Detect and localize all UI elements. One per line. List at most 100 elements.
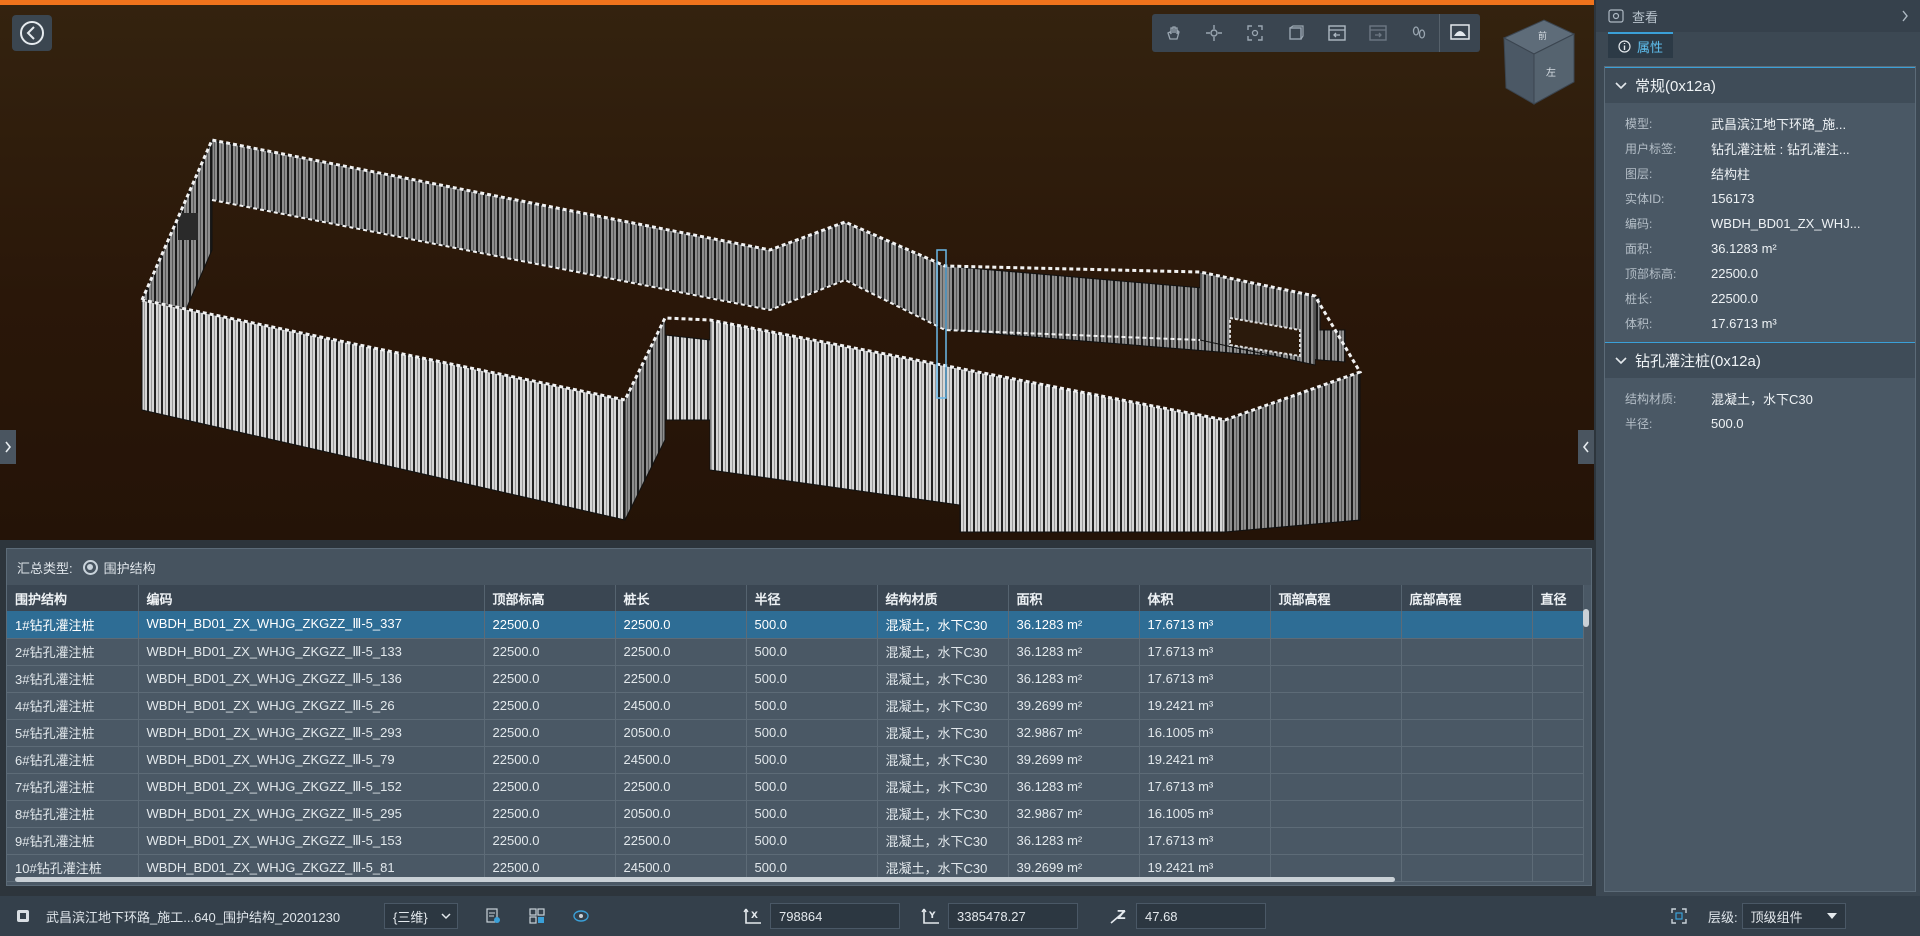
table-cell: 500.0: [746, 611, 878, 639]
z-coordinate-field[interactable]: 47.68: [1136, 903, 1266, 929]
column-header[interactable]: 围护结构: [7, 585, 139, 611]
column-header[interactable]: 面积: [1008, 585, 1140, 611]
table-cell: [1532, 827, 1584, 855]
property-row: 面积: 36.1283 m²: [1605, 236, 1915, 261]
pile-wall-model[interactable]: [0, 0, 1594, 540]
eye-icon: [1608, 9, 1624, 23]
group-pile-header[interactable]: 钻孔灌注桩(0x12a): [1605, 342, 1915, 378]
document-settings-icon[interactable]: [482, 908, 504, 924]
table-row[interactable]: 7#钻孔灌注桩 WBDH_BD01_ZX_WHJG_ZKGZZ_Ⅲ-5_152 22…: [7, 773, 1584, 801]
column-header[interactable]: 顶部高程: [1270, 585, 1402, 611]
property-value: 钻孔灌注桩 : 钻孔灌注...: [1711, 142, 1850, 157]
table-row[interactable]: 2#钻孔灌注桩 WBDH_BD01_ZX_WHJG_ZKGZZ_Ⅲ-5_133 22…: [7, 638, 1584, 666]
pan-icon[interactable]: [1152, 14, 1193, 52]
table-cell: 500.0: [746, 665, 878, 693]
column-header[interactable]: 半径: [746, 585, 878, 611]
table-row[interactable]: 1#钻孔灌注桩 WBDH_BD01_ZX_WHJG_ZKGZZ_Ⅲ-5_337 22…: [7, 611, 1584, 639]
back-button[interactable]: [12, 15, 52, 51]
property-value: 结构柱: [1711, 167, 1751, 182]
table-cell: 36.1283 m²: [1008, 665, 1140, 693]
tab-attributes[interactable]: 属性: [1608, 32, 1674, 58]
group-general-header[interactable]: 常规(0x12a): [1605, 67, 1915, 103]
panel-collapse-icon[interactable]: [1900, 9, 1910, 23]
table-cell: [1401, 746, 1533, 774]
section-box-icon[interactable]: [1275, 14, 1316, 52]
column-header[interactable]: 直径: [1532, 585, 1584, 611]
view-mode-select[interactable]: {三维}: [384, 903, 458, 929]
fullscreen-icon[interactable]: [1668, 908, 1690, 924]
model-file-icon: [17, 910, 29, 922]
x-coordinate-field[interactable]: 798864: [770, 903, 900, 929]
measure-icon[interactable]: [1357, 14, 1398, 52]
summary-type-radio[interactable]: [82, 559, 98, 575]
table-cell: 22500.0: [615, 611, 747, 639]
table-row[interactable]: 3#钻孔灌注桩 WBDH_BD01_ZX_WHJG_ZKGZZ_Ⅲ-5_136 22…: [7, 665, 1584, 693]
table-row[interactable]: 4#钻孔灌注桩 WBDH_BD01_ZX_WHJG_ZKGZZ_Ⅲ-5_26 225…: [7, 692, 1584, 720]
z-coordinate-icon: Z: [1108, 907, 1130, 925]
column-header[interactable]: 顶部标高: [484, 585, 616, 611]
table-cell: 22500.0: [615, 773, 747, 801]
table-cell: 17.6713 m³: [1139, 827, 1271, 855]
table-cell: [1270, 611, 1402, 639]
column-header[interactable]: 桩长: [615, 585, 747, 611]
column-header[interactable]: 结构材质: [877, 585, 1009, 611]
svg-text:Y: Y: [928, 911, 936, 921]
column-header[interactable]: 编码: [138, 585, 485, 611]
table-cell: [1401, 665, 1533, 693]
table-cell: 22500.0: [615, 827, 747, 855]
table-cell: 混凝土，水下C30: [877, 800, 1009, 828]
chevron-down-icon: [1615, 356, 1627, 364]
table-cell: [1270, 665, 1402, 693]
table-row[interactable]: 6#钻孔灌注桩 WBDH_BD01_ZX_WHJG_ZKGZZ_Ⅲ-5_79 225…: [7, 746, 1584, 774]
property-value: WBDH_BD01_ZX_WHJ...: [1711, 216, 1861, 231]
table-cell: [1532, 638, 1584, 666]
navigation-cube[interactable]: 前 左: [1494, 12, 1586, 108]
y-coordinate-field[interactable]: 3385478.27: [948, 903, 1078, 929]
table-cell: [1532, 665, 1584, 693]
footprint-icon[interactable]: [1398, 14, 1439, 52]
tab-view[interactable]: 查看: [1632, 7, 1658, 26]
table-cell: 16.1005 m³: [1139, 800, 1271, 828]
table-cell: [1401, 800, 1533, 828]
navcube-top-label: 前: [1538, 30, 1547, 42]
3d-viewport[interactable]: 前 左: [0, 0, 1594, 540]
expand-left-panel-button[interactable]: [0, 430, 16, 464]
table-cell: 22500.0: [484, 719, 616, 747]
table-cell: 22500.0: [615, 638, 747, 666]
table-cell: [1401, 692, 1533, 720]
rotate-view-icon[interactable]: [570, 908, 592, 924]
fit-view-icon[interactable]: [1234, 14, 1275, 52]
summary-type-radio-label[interactable]: 围护结构: [104, 558, 156, 577]
collapse-right-panel-button[interactable]: [1578, 430, 1594, 464]
table-cell: WBDH_BD01_ZX_WHJG_ZKGZZ_Ⅲ-5_293: [138, 719, 485, 747]
table-cell: [1270, 800, 1402, 828]
table-cell: 混凝土，水下C30: [877, 638, 1009, 666]
property-row: 体积: 17.6713 m³: [1605, 311, 1915, 336]
render-mode-icon[interactable]: [1439, 14, 1480, 52]
group-pile-title: 钻孔灌注桩(0x12a): [1635, 353, 1761, 370]
horizontal-scrollbar[interactable]: [15, 877, 1395, 882]
walk-icon[interactable]: [1316, 14, 1357, 52]
components-icon[interactable]: [526, 908, 548, 924]
column-header[interactable]: 体积: [1139, 585, 1271, 611]
property-key: 编码:: [1625, 217, 1653, 231]
table-cell: 500.0: [746, 746, 878, 774]
table-cell: 3#钻孔灌注桩: [7, 665, 139, 693]
table-row[interactable]: 5#钻孔灌注桩 WBDH_BD01_ZX_WHJG_ZKGZZ_Ⅲ-5_293 22…: [7, 719, 1584, 747]
table-cell: 7#钻孔灌注桩: [7, 773, 139, 801]
table-header-row: 围护结构 编码 顶部标高 桩长 半径 结构材质 面积 体积 顶部高程 底部高程 直径: [7, 585, 1584, 611]
table-row[interactable]: 9#钻孔灌注桩 WBDH_BD01_ZX_WHJG_ZKGZZ_Ⅲ-5_153 22…: [7, 827, 1584, 855]
level-select[interactable]: 顶级组件: [1741, 903, 1846, 929]
viewer-toolbar: [1152, 14, 1480, 52]
table-cell: WBDH_BD01_ZX_WHJG_ZKGZZ_Ⅲ-5_337: [138, 611, 485, 639]
orbit-icon[interactable]: [1193, 14, 1234, 52]
status-bar: 武昌滨江地下环路_施工...640_围护结构_20201230 {三维} X 7…: [0, 896, 1920, 936]
table-cell: 混凝土，水下C30: [877, 827, 1009, 855]
column-header[interactable]: 底部高程: [1401, 585, 1533, 611]
table-cell: [1532, 854, 1584, 882]
table-cell: [1270, 746, 1402, 774]
property-row: 模型: 武昌滨江地下环路_施...: [1605, 111, 1915, 136]
vertical-scrollbar[interactable]: [1583, 609, 1589, 627]
table-cell: 22500.0: [484, 773, 616, 801]
table-row[interactable]: 8#钻孔灌注桩 WBDH_BD01_ZX_WHJG_ZKGZZ_Ⅲ-5_295 22…: [7, 800, 1584, 828]
